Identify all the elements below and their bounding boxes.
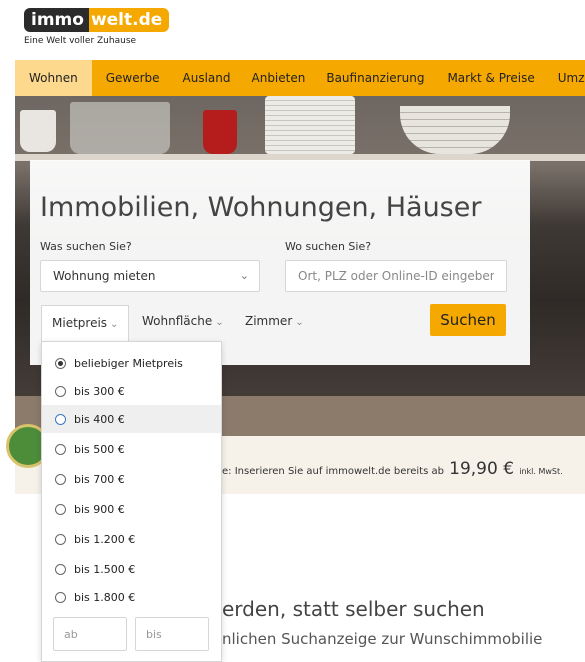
- main-nav: Wohnen Gewerbe Ausland Anbieten Baufinan…: [15, 60, 585, 96]
- price-option-label: bis 300 €: [74, 384, 125, 398]
- chevron-down-icon: ⌄: [295, 317, 304, 328]
- site-header: immo welt.de Eine Welt voller Zuhause: [0, 0, 585, 60]
- price-option-label: bis 900 €: [74, 502, 125, 516]
- price-to-input[interactable]: [146, 618, 198, 650]
- price-option[interactable]: beliebiger Mietpreis: [42, 349, 221, 377]
- nav-item-gewerbe[interactable]: Gewerbe: [92, 60, 169, 96]
- chevron-down-icon: ⌄: [239, 269, 249, 282]
- nav-item-markt-preise[interactable]: Markt & Preise: [433, 60, 543, 96]
- price-option-label: beliebiger Mietpreis: [74, 356, 183, 370]
- price-from-input[interactable]: [64, 618, 116, 650]
- logo-part-immo: immo: [24, 8, 89, 32]
- search-card: Immobilien, Wohnungen, Häuser Was suchen…: [30, 160, 530, 365]
- filter-mietpreis-label: Mietpreis: [52, 316, 108, 330]
- red-mug: [203, 110, 237, 154]
- location-input[interactable]: [298, 269, 494, 283]
- glass-jar: [70, 102, 170, 154]
- price-option-label: bis 1.200 €: [74, 532, 136, 546]
- property-type-value: Wohnung mieten: [53, 269, 156, 283]
- tagline: Eine Welt voller Zuhause: [24, 36, 137, 46]
- price-option-label: bis 500 €: [74, 442, 125, 456]
- search-heading: Immobilien, Wohnungen, Häuser: [40, 192, 482, 223]
- filter-wohnflaeche[interactable]: Wohnfläche ⌄: [142, 305, 224, 337]
- filter-wohnflaeche-label: Wohnfläche: [142, 314, 213, 328]
- chevron-down-icon: ⌄: [110, 319, 119, 330]
- price-option[interactable]: bis 900 €: [42, 495, 221, 523]
- filter-zimmer[interactable]: Zimmer ⌄: [245, 305, 304, 337]
- strip-suffix: inkl. MwSt.: [519, 467, 563, 476]
- nav-item-umzug[interactable]: Umzug: [544, 60, 585, 96]
- radio-icon: [55, 591, 66, 603]
- radio-icon: [55, 473, 66, 485]
- nav-item-anbieten[interactable]: Anbieten: [240, 60, 315, 96]
- price-to-field[interactable]: [135, 617, 209, 651]
- search-button[interactable]: Suchen: [430, 304, 506, 336]
- filter-zimmer-label: Zimmer: [245, 314, 293, 328]
- strip-price: 19,90 €: [449, 459, 515, 479]
- price-option[interactable]: bis 500 €: [42, 435, 221, 463]
- stacked-plates: [265, 96, 355, 154]
- promo-strip-text: e: Inserieren Sie auf immowelt.de bereit…: [222, 459, 563, 479]
- price-option[interactable]: bis 300 €: [42, 377, 221, 405]
- price-from-field[interactable]: [53, 617, 127, 651]
- what-label: Was suchen Sie?: [40, 240, 132, 253]
- nav-item-ausland[interactable]: Ausland: [169, 60, 240, 96]
- price-option[interactable]: bis 700 €: [42, 465, 221, 493]
- nav-item-baufinanzierung[interactable]: Baufinanzierung: [314, 60, 433, 96]
- radio-icon: [55, 443, 66, 455]
- price-option[interactable]: bis 1.500 €: [42, 555, 221, 583]
- price-option[interactable]: bis 400 €: [42, 405, 221, 433]
- price-option[interactable]: bis 1.200 €: [42, 525, 221, 553]
- radio-icon: [55, 413, 66, 425]
- price-option-label: bis 400 €: [74, 412, 125, 426]
- immowelt-logo[interactable]: immo welt.de: [24, 8, 170, 32]
- strip-message: e: Inserieren Sie auf immowelt.de bereit…: [222, 466, 444, 477]
- nav-item-wohnen[interactable]: Wohnen: [15, 60, 92, 96]
- property-type-select[interactable]: Wohnung mieten ⌄: [40, 260, 260, 292]
- price-option-label: bis 700 €: [74, 472, 125, 486]
- price-option-label: bis 1.500 €: [74, 562, 136, 576]
- radio-icon: [55, 533, 66, 545]
- radio-icon: [55, 385, 66, 397]
- white-cup: [20, 110, 56, 152]
- price-option[interactable]: bis 1.800 €: [42, 583, 221, 611]
- radio-checked-icon: [55, 357, 66, 369]
- radio-icon: [55, 503, 66, 515]
- price-dropdown: beliebiger Mietpreis bis 300 € bis 400 €…: [41, 341, 222, 662]
- promo-subtitle: nlichen Suchanzeige zur Wunschimmobilie: [222, 630, 543, 648]
- where-label: Wo suchen Sie?: [285, 240, 372, 253]
- location-field[interactable]: [285, 260, 507, 292]
- radio-icon: [55, 563, 66, 575]
- price-option-label: bis 1.800 €: [74, 590, 136, 604]
- chevron-down-icon: ⌄: [215, 317, 224, 328]
- promo-title: erden, statt selber suchen: [222, 597, 485, 621]
- logo-part-welt: welt.de: [88, 8, 170, 32]
- filter-mietpreis[interactable]: Mietpreis ⌄: [41, 305, 130, 341]
